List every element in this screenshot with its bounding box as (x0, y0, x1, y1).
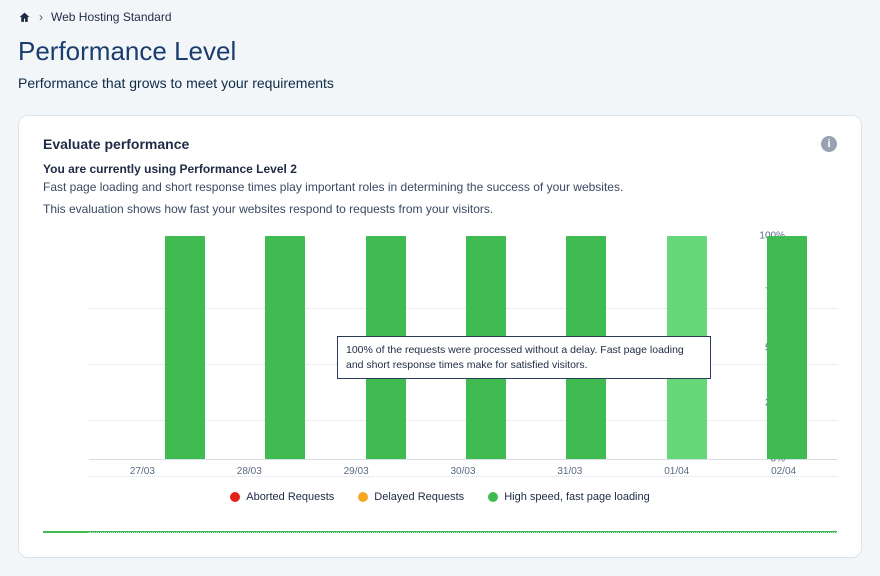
x-tick: 31/03 (516, 460, 623, 477)
swatch-red-icon (230, 492, 240, 502)
x-tick: 28/03 (196, 460, 303, 477)
legend-aborted-label: Aborted Requests (246, 491, 334, 503)
legend-fast: High speed, fast page loading (488, 491, 650, 503)
x-tick: 01/04 (623, 460, 730, 477)
bar[interactable] (767, 236, 807, 459)
bar[interactable] (165, 236, 205, 459)
swatch-green-icon (488, 492, 498, 502)
legend-delayed: Delayed Requests (358, 491, 464, 503)
legend-fast-label: High speed, fast page loading (504, 491, 650, 503)
performance-card: Evaluate performance i You are currently… (18, 115, 862, 558)
chart-x-axis: 27/0328/0329/0330/0331/0301/0402/04 (89, 460, 837, 477)
bar-slot[interactable] (235, 236, 335, 459)
bar-slot[interactable] (737, 236, 837, 459)
x-tick: 27/03 (89, 460, 196, 477)
breadcrumb: › Web Hosting Standard (18, 10, 862, 24)
performance-chart: 0% 25% 50% 75% 100% 27/0328/0329/0330/03… (43, 236, 837, 533)
chart-legend: Aborted Requests Delayed Requests High s… (43, 491, 837, 503)
page-subtitle: Performance that grows to meet your requ… (18, 75, 862, 91)
card-title: Evaluate performance (43, 136, 189, 152)
legend-aborted: Aborted Requests (230, 491, 334, 503)
home-icon[interactable] (18, 11, 31, 24)
x-tick: 29/03 (303, 460, 410, 477)
performance-level-line: You are currently using Performance Leve… (43, 162, 837, 176)
swatch-orange-icon (358, 492, 368, 502)
x-tick: 30/03 (410, 460, 517, 477)
chart-tooltip: 100% of the requests were processed with… (337, 336, 711, 379)
card-description-2: This evaluation shows how fast your webs… (43, 202, 837, 216)
breadcrumb-page[interactable]: Web Hosting Standard (51, 10, 172, 24)
page-title: Performance Level (18, 36, 862, 67)
legend-delayed-label: Delayed Requests (374, 491, 464, 503)
chevron-right-icon: › (39, 10, 43, 24)
card-description-1: Fast page loading and short response tim… (43, 180, 837, 194)
bar-slot[interactable] (135, 236, 235, 459)
bar[interactable] (265, 236, 305, 459)
info-icon[interactable]: i (821, 136, 837, 152)
